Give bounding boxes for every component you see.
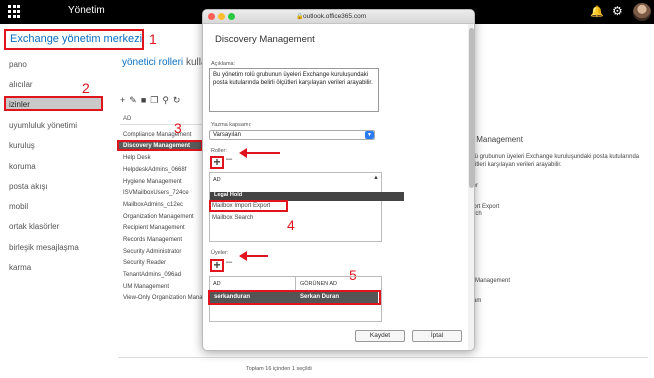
selection-count: Toplam 16 içinden 1 seçildi	[246, 366, 312, 372]
search-icon[interactable]: ⚲	[162, 95, 173, 105]
sort-icon[interactable]: ▲	[373, 175, 379, 181]
scope-select[interactable]: Varsayılan ▼	[209, 130, 375, 140]
copy-icon[interactable]: ❐	[150, 95, 162, 105]
column-divider	[295, 277, 296, 290]
annotation-number-2: 2	[82, 80, 90, 96]
list-item[interactable]: TenantAdmins_096ad	[123, 272, 181, 278]
selected-role-label: Discovery Management	[123, 143, 191, 149]
nav-item-mobil[interactable]: mobil	[9, 202, 28, 211]
list-item[interactable]: Help Desk	[123, 155, 151, 161]
maximize-window-button[interactable]	[228, 13, 235, 20]
add-icon[interactable]: +	[120, 95, 129, 105]
dialog-scrollbar[interactable]	[468, 24, 474, 350]
list-item[interactable]: ISVMailboxUsers_724ce	[123, 190, 189, 196]
list-item[interactable]: HelpdeskAdmins_0668f	[123, 167, 186, 173]
detail-title: y Management	[470, 135, 523, 144]
list-item[interactable]: View-Only Organization Manag	[123, 295, 206, 301]
list-item[interactable]: Security Reader	[123, 260, 166, 266]
nav-item-pano[interactable]: pano	[9, 60, 27, 69]
edit-icon[interactable]: ✎	[129, 95, 141, 105]
cancel-button[interactable]: İptal	[412, 330, 462, 342]
add-role-button[interactable]: +	[210, 156, 224, 169]
gear-icon[interactable]: ⚙	[612, 4, 623, 18]
annotation-arrow	[239, 251, 268, 261]
detail-description-line2: çütleri karşılayan verileri arayabilir.	[470, 162, 562, 168]
dialog-url: outlook.office365.com	[303, 13, 367, 20]
role-row-mailbox-search[interactable]: Mailbox Search	[212, 215, 253, 221]
scope-label: Yazma kapsamı:	[211, 122, 252, 128]
app-name: Yönetim	[68, 5, 105, 16]
detail-description-line1: olü grubunun üyeleri Exchange kuruluşund…	[470, 154, 640, 160]
nav-item-posta-akisi[interactable]: posta akışı	[9, 182, 48, 191]
avatar[interactable]	[633, 3, 651, 21]
annotation-number-4: 4	[287, 217, 295, 233]
list-item[interactable]: MailboxAdmins_c12ec	[123, 202, 183, 208]
roles-column-header: AD	[123, 116, 132, 122]
list-item[interactable]: Records Management	[123, 237, 182, 243]
page-title: Exchange yönetim merkezi	[10, 33, 143, 45]
description-field[interactable]: Bu yönetim rolü grubunun üyeleri Exchang…	[209, 68, 379, 112]
annotation-arrow	[239, 148, 280, 158]
nav-item-alicilar[interactable]: alıcılar	[9, 80, 33, 89]
nav-item-ortak-klasorler[interactable]: ortak klasörler	[9, 222, 59, 231]
app-launcher-icon[interactable]	[8, 5, 20, 19]
nav-item-karma[interactable]: karma	[9, 263, 31, 272]
minimize-window-button[interactable]	[218, 13, 225, 20]
members-col-name: AD	[213, 281, 221, 287]
list-item[interactable]: Recipient Management	[123, 225, 185, 231]
dialog-titlebar: 🔒 outlook.office365.com	[203, 10, 474, 24]
annotation-box-member	[208, 290, 381, 305]
footer-divider	[118, 357, 648, 358]
list-item[interactable]: Hygiene Management	[123, 179, 182, 185]
detail-text: n Management	[470, 278, 511, 284]
refresh-icon[interactable]: ↻	[173, 95, 185, 105]
nav-item-uyumluluk[interactable]: uyumluluk yönetimi	[9, 121, 77, 130]
members-col-display-name: GÖRÜNEN AD	[300, 281, 337, 287]
save-button[interactable]: Kaydet	[355, 330, 405, 342]
list-item[interactable]: UM Management	[123, 284, 169, 290]
role-row-mailbox-import-export[interactable]: Mailbox Import Export	[212, 203, 270, 209]
toolbar: +✎■❐⚲↻	[120, 95, 184, 106]
nav-item-koruma[interactable]: koruma	[9, 162, 36, 171]
delete-icon[interactable]: ■	[141, 95, 150, 105]
scope-value: Varsayılan	[213, 131, 241, 138]
tab-yonetici-rolleri[interactable]: yönetici rolleri	[122, 57, 183, 68]
selected-role-row[interactable]: Discovery Management	[117, 140, 203, 151]
remove-role-button[interactable]: –	[226, 153, 232, 165]
dialog-title: Discovery Management	[215, 34, 315, 45]
bell-icon[interactable]: 🔔	[590, 5, 604, 18]
role-name: Legal Hold	[214, 192, 243, 198]
roles-table-header: AD	[213, 177, 221, 183]
add-member-button[interactable]: +	[210, 259, 224, 272]
divider	[120, 124, 204, 125]
list-item[interactable]: Security Administrator	[123, 249, 181, 255]
description-label: Açıklama:	[211, 61, 236, 67]
nav-item-kurulus[interactable]: kuruluş	[9, 141, 35, 150]
roles-label: Roller:	[211, 148, 227, 154]
remove-member-button[interactable]: –	[226, 256, 232, 268]
chevron-down-icon: ▼	[365, 131, 374, 139]
nav-item-birlesik-mesajlasma[interactable]: birleşik mesajlaşma	[9, 243, 79, 252]
annotation-number-3: 3	[174, 120, 182, 136]
role-group-dialog: 🔒 outlook.office365.com Discovery Manage…	[202, 9, 475, 351]
annotation-number-1: 1	[149, 31, 157, 47]
scrollbar-thumb[interactable]	[469, 28, 474, 188]
close-window-button[interactable]	[208, 13, 215, 20]
nav-item-izinler[interactable]: izinler	[9, 100, 30, 109]
list-item[interactable]: Organization Management	[123, 214, 194, 220]
